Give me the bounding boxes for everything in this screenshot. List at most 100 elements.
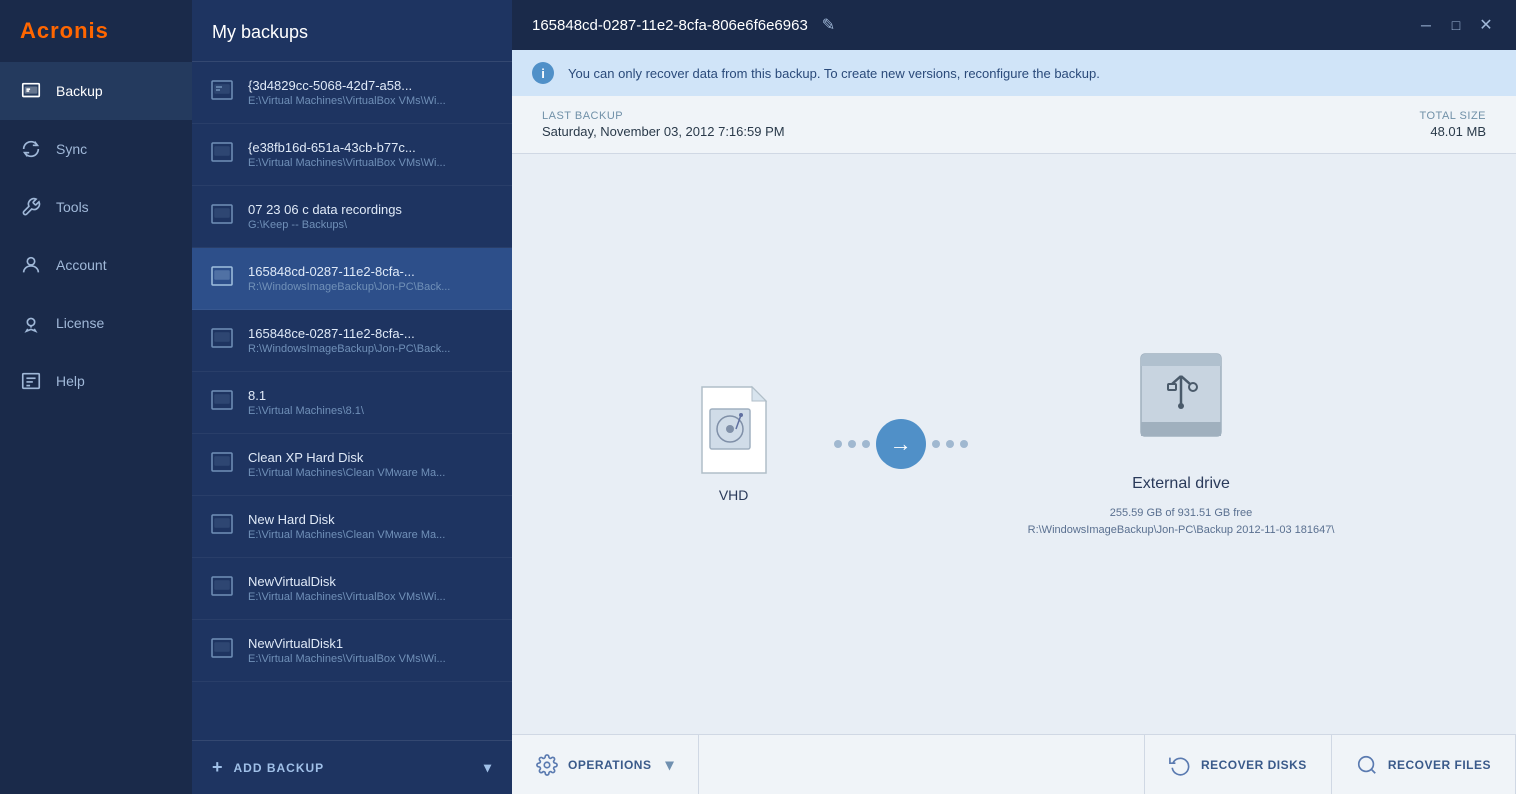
list-item[interactable]: NewVirtualDisk E:\Virtual Machines\Virtu… xyxy=(192,558,512,620)
backup-item-name: {e38fb16d-651a-43cb-b77c... xyxy=(248,140,496,155)
stats-bar: LAST BACKUP Saturday, November 03, 2012 … xyxy=(512,96,1516,154)
sidebar-item-tools[interactable]: Tools xyxy=(0,178,192,236)
backup-item-path: E:\Virtual Machines\VirtualBox VMs\Wi... xyxy=(248,157,496,169)
dot-5 xyxy=(946,440,954,448)
sidebar-item-backup[interactable]: Backup xyxy=(0,62,192,120)
backup-item-path: E:\Virtual Machines\VirtualBox VMs\Wi... xyxy=(248,95,496,107)
sidebar-nav: Backup Sync Tools Account xyxy=(0,62,192,794)
license-icon xyxy=(20,312,42,334)
backup-item-name: Clean XP Hard Disk xyxy=(248,450,496,465)
total-size-value: 48.01 MB xyxy=(1419,124,1486,139)
app-logo: Acronis xyxy=(0,0,192,62)
backup-item-name: NewVirtualDisk xyxy=(248,574,496,589)
list-item[interactable]: 165848cd-0287-11e2-8cfa-... R:\WindowsIm… xyxy=(192,248,512,310)
recover-disks-label: RECOVER DISKS xyxy=(1201,758,1307,772)
recover-files-button[interactable]: RECOVER FILES xyxy=(1332,735,1516,794)
edit-icon[interactable]: ✎ xyxy=(822,15,835,35)
sidebar-item-label: Account xyxy=(56,257,107,273)
backup-diagram: VHD → xyxy=(512,154,1516,734)
vhd-label: VHD xyxy=(719,487,749,503)
backup-item-name: 8.1 xyxy=(248,388,496,403)
backup-item-path: E:\Virtual Machines\Clean VMware Ma... xyxy=(248,467,496,479)
sync-icon xyxy=(20,138,42,160)
backup-item-name: 165848ce-0287-11e2-8cfa-... xyxy=(248,326,496,341)
sidebar-item-label: Sync xyxy=(56,141,87,157)
add-backup-label: ADD BACKUP xyxy=(234,761,325,775)
sidebar-item-label: Tools xyxy=(56,199,89,215)
vhd-file-icon xyxy=(694,385,774,475)
main-content: 165848cd-0287-11e2-8cfa-806e6f6e6963 ✎ ─… xyxy=(512,0,1516,794)
close-button[interactable]: ✕ xyxy=(1476,15,1496,35)
last-backup-stat: LAST BACKUP Saturday, November 03, 2012 … xyxy=(542,110,785,139)
sidebar-item-sync[interactable]: Sync xyxy=(0,120,192,178)
backup-items-list: {3d4829cc-5068-42d7-a58... E:\Virtual Ma… xyxy=(192,62,512,740)
minimize-button[interactable]: ─ xyxy=(1416,17,1436,33)
backup-title: 165848cd-0287-11e2-8cfa-806e6f6e6963 xyxy=(532,17,808,34)
dot-6 xyxy=(960,440,968,448)
gear-icon xyxy=(536,754,558,776)
dot-2 xyxy=(848,440,856,448)
backup-item-path: E:\Virtual Machines\VirtualBox VMs\Wi... xyxy=(248,591,496,603)
drive-path: R:\WindowsImageBackup\Jon-PC\Backup 2012… xyxy=(1028,524,1335,536)
external-drive-icon xyxy=(1136,350,1226,458)
list-item[interactable]: {e38fb16d-651a-43cb-b77c... E:\Virtual M… xyxy=(192,124,512,186)
backup-item-path: R:\WindowsImageBackup\Jon-PC\Back... xyxy=(248,343,496,355)
backup-item-path: G:\Keep -- Backups\ xyxy=(248,219,496,231)
restore-button[interactable]: □ xyxy=(1446,17,1466,33)
sidebar-item-label: License xyxy=(56,315,104,331)
tools-icon xyxy=(20,196,42,218)
list-item[interactable]: Clean XP Hard Disk E:\Virtual Machines\C… xyxy=(192,434,512,496)
backup-drive-icon xyxy=(208,634,236,667)
vhd-source: VHD xyxy=(694,385,774,503)
backup-drive-icon xyxy=(208,572,236,605)
sidebar-item-label: Help xyxy=(56,373,85,389)
backup-list-header: My backups xyxy=(192,0,512,62)
recover-disks-button[interactable]: RECOVER DISKS xyxy=(1144,735,1332,794)
backup-drive-icon xyxy=(208,510,236,543)
arrow-container: → xyxy=(834,419,968,469)
last-backup-label: LAST BACKUP xyxy=(542,110,785,122)
backup-item-name: 165848cd-0287-11e2-8cfa-... xyxy=(248,264,496,279)
backup-drive-icon xyxy=(208,200,236,233)
add-backup-bar[interactable]: + ADD BACKUP ▾ xyxy=(192,740,512,794)
list-item[interactable]: New Hard Disk E:\Virtual Machines\Clean … xyxy=(192,496,512,558)
backup-drive-icon xyxy=(208,138,236,171)
info-text: You can only recover data from this back… xyxy=(568,66,1100,81)
recover-files-icon xyxy=(1356,754,1378,776)
operations-button[interactable]: OPERATIONS ▾ xyxy=(512,735,699,794)
list-item[interactable]: NewVirtualDisk1 E:\Virtual Machines\Virt… xyxy=(192,620,512,682)
info-icon: i xyxy=(532,62,554,84)
dot-4 xyxy=(932,440,940,448)
sidebar-item-help[interactable]: Help xyxy=(0,352,192,410)
total-size-stat: TOTAL SIZE 48.01 MB xyxy=(1419,110,1486,139)
external-drive-label: External drive xyxy=(1132,475,1230,493)
sidebar-item-license[interactable]: License xyxy=(0,294,192,352)
backup-item-name: NewVirtualDisk1 xyxy=(248,636,496,651)
backup-drive-icon xyxy=(208,324,236,357)
backup-item-path: E:\Virtual Machines\8.1\ xyxy=(248,405,496,417)
arrow-circle: → xyxy=(876,419,926,469)
sidebar-item-account[interactable]: Account xyxy=(0,236,192,294)
chevron-down-icon: ▾ xyxy=(665,755,674,775)
account-icon xyxy=(20,254,42,276)
external-drive-dest: External drive 255.59 GB of 931.51 GB fr… xyxy=(1028,350,1335,538)
bottom-toolbar: OPERATIONS ▾ RECOVER DISKS RECOVER FILES xyxy=(512,734,1516,794)
list-item[interactable]: 07 23 06 c data recordings G:\Keep -- Ba… xyxy=(192,186,512,248)
backup-drive-icon xyxy=(208,448,236,481)
backup-item-path: E:\Virtual Machines\Clean VMware Ma... xyxy=(248,529,496,541)
list-item[interactable]: {3d4829cc-5068-42d7-a58... E:\Virtual Ma… xyxy=(192,62,512,124)
list-item[interactable]: 8.1 E:\Virtual Machines\8.1\ xyxy=(192,372,512,434)
backup-drive-icon xyxy=(208,386,236,419)
dot-1 xyxy=(834,440,842,448)
sidebar: Acronis Backup Sync Tools xyxy=(0,0,192,794)
total-size-label: TOTAL SIZE xyxy=(1419,110,1486,122)
list-item[interactable]: 165848ce-0287-11e2-8cfa-... R:\WindowsIm… xyxy=(192,310,512,372)
chevron-down-icon: ▾ xyxy=(484,759,492,776)
plus-icon: + xyxy=(212,757,224,778)
backup-item-name: New Hard Disk xyxy=(248,512,496,527)
backup-item-path: E:\Virtual Machines\VirtualBox VMs\Wi... xyxy=(248,653,496,665)
backup-item-name: 07 23 06 c data recordings xyxy=(248,202,496,217)
backup-drive-icon xyxy=(208,76,236,109)
backup-item-name: {3d4829cc-5068-42d7-a58... xyxy=(248,78,496,93)
sidebar-item-label: Backup xyxy=(56,83,103,99)
